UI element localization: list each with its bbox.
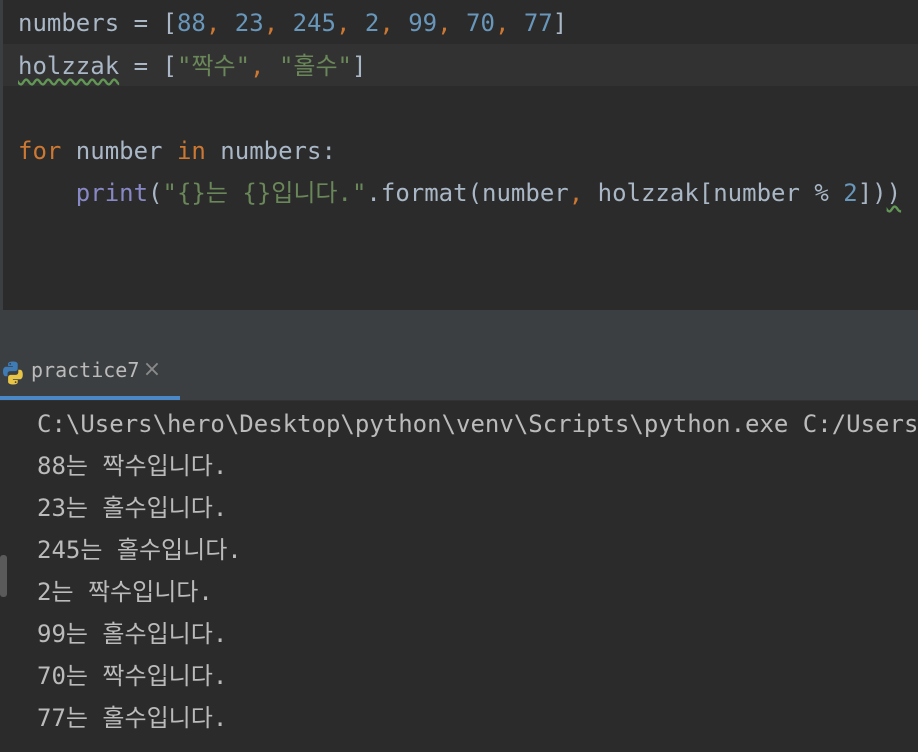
- code-line-4[interactable]: for number in numbers:: [18, 131, 336, 171]
- numbers-variable: numbers: [18, 9, 120, 37]
- number-literal: 2: [364, 9, 380, 37]
- panel-separator[interactable]: [0, 310, 918, 348]
- console-command-line: C:\Users\hero\Desktop\python\venv\Script…: [37, 410, 918, 438]
- console-output-line: 245는 홀수입니다.: [37, 536, 242, 564]
- loop-variable: number: [61, 137, 177, 165]
- format-call: .format(number: [366, 179, 569, 207]
- comma: ,: [335, 9, 365, 37]
- close-icon[interactable]: ×: [142, 358, 162, 382]
- comma: ,: [437, 9, 467, 37]
- console-output-line: 88는 짝수입니다.: [37, 452, 228, 480]
- tab-label: practice7: [31, 358, 140, 382]
- run-tab-practice7[interactable]: practice7 ×: [0, 348, 180, 400]
- comma: ,: [263, 9, 293, 37]
- comma: ,: [494, 9, 524, 37]
- bracket: [: [162, 52, 177, 80]
- number-literal: 23: [234, 9, 264, 37]
- assign-operator: =: [119, 9, 163, 37]
- number-literal: 88: [176, 9, 206, 37]
- comma: ,: [205, 9, 235, 37]
- string-literal: "짝수": [176, 52, 251, 80]
- closing-paren: ): [886, 179, 902, 207]
- run-tab-bar: practice7 ×: [0, 348, 918, 401]
- console-output-line: 2는 짝수입니다.: [37, 578, 213, 606]
- for-keyword: for: [18, 137, 62, 165]
- print-builtin: print: [75, 179, 149, 207]
- console-output-line: 70는 짝수입니다.: [37, 662, 228, 690]
- format-string: "{}는 {}입니다.": [162, 179, 367, 207]
- number-literal: 2: [843, 179, 858, 207]
- console-output-line: 23는 홀수입니다.: [37, 494, 228, 522]
- paren: (: [148, 179, 163, 207]
- number-literal: 99: [408, 9, 438, 37]
- number-literal: 70: [466, 9, 495, 37]
- holzzak-variable: holzzak: [18, 52, 120, 80]
- bracket: ]: [552, 9, 568, 37]
- comma: ,: [379, 9, 409, 37]
- iterable: numbers:: [205, 137, 336, 165]
- code-line-5[interactable]: print("{}는 {}입니다.".format(number, holzza…: [18, 173, 901, 213]
- in-keyword: in: [176, 137, 206, 165]
- console-output-line: 77는 홀수입니다.: [37, 704, 228, 732]
- python-icon: [3, 361, 23, 385]
- code-editor[interactable]: numbers = [88, 23, 245, 2, 99, 70, 77] h…: [0, 0, 918, 310]
- console-output-line: 99는 홀수입니다.: [37, 620, 228, 648]
- code-line-2[interactable]: holzzak = ["짝수", "홀수"]: [18, 46, 366, 86]
- bracket: ]: [352, 52, 367, 80]
- number-literal: 77: [523, 9, 553, 37]
- run-console[interactable]: C:\Users\hero\Desktop\python\venv\Script…: [0, 401, 918, 752]
- comma: ,: [568, 179, 584, 207]
- number-literal: 245: [292, 9, 336, 37]
- bracket: ]): [857, 179, 887, 207]
- string-literal: "홀수": [278, 52, 352, 80]
- console-scrollbar-thumb[interactable]: [0, 555, 7, 597]
- index-expression: holzzak[number %: [583, 179, 844, 207]
- assign-operator: =: [119, 52, 163, 80]
- bracket: [: [162, 9, 177, 37]
- code-line-1[interactable]: numbers = [88, 23, 245, 2, 99, 70, 77]: [18, 3, 567, 43]
- comma: ,: [250, 52, 279, 80]
